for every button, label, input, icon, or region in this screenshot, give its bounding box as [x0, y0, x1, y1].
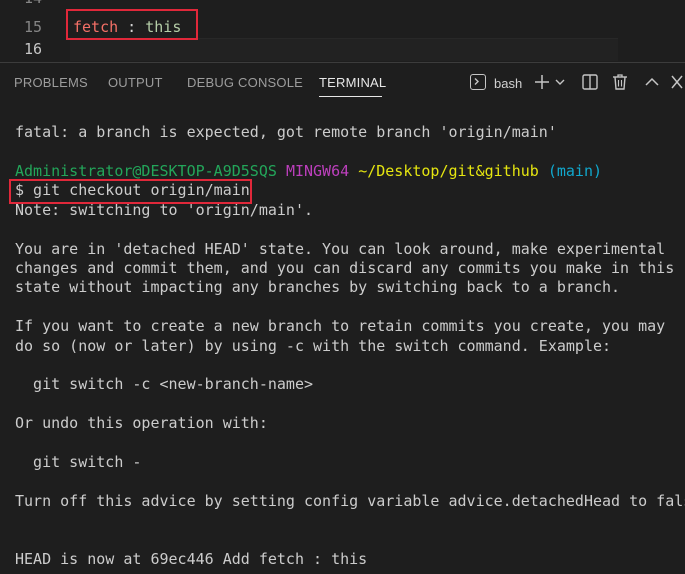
shell-name[interactable]: bash — [494, 76, 522, 91]
error-line: fatal: a branch is expected, got remote … — [15, 123, 557, 141]
dropdown-chevron-icon[interactable] — [554, 71, 566, 93]
prompt-branch: (main) — [547, 162, 603, 180]
line-number: 14 — [0, 0, 42, 9]
maximize-chevron-up-icon[interactable] — [644, 71, 660, 93]
trash-icon[interactable] — [611, 71, 629, 93]
tab-debug-console[interactable]: DEBUG CONSOLE — [187, 75, 303, 90]
tab-terminal[interactable]: TERMINAL — [319, 75, 386, 90]
output-line: Turn off this advice by setting config v… — [15, 492, 685, 510]
tab-output[interactable]: OUTPUT — [108, 75, 163, 90]
editor-line: 14 — [0, 0, 685, 9]
output-line: git switch -c <new-branch-name> — [15, 375, 314, 393]
tab-problems[interactable]: PROBLEMS — [14, 75, 88, 90]
code-editor[interactable]: 14 15 fetch : this 16 — [0, 0, 685, 62]
panel-tab-bar: PROBLEMS OUTPUT DEBUG CONSOLE TERMINAL b… — [0, 63, 685, 103]
terminal-output[interactable]: fatal: a branch is expected, got remote … — [0, 103, 685, 574]
prompt-path: ~/Desktop/git&github — [358, 162, 539, 180]
terminal-shell-icon[interactable] — [470, 74, 486, 90]
output-line: Or undo this operation with: — [15, 414, 268, 432]
prompt-env: MINGW64 — [285, 162, 350, 180]
output-line: If you want to create a new branch to re… — [15, 317, 666, 335]
output-line: state without impacting any branches by … — [15, 278, 621, 296]
line-number: 16 — [23, 40, 42, 58]
prompt-user: Administrator@DESKTOP-A9D5SQS — [15, 162, 277, 180]
output-line: You are in 'detached HEAD' state. You ca… — [15, 240, 666, 258]
output-line: HEAD is now at 69ec446 Add fetch : this — [15, 550, 368, 568]
output-line: changes and commit them, and you can dis… — [15, 259, 675, 277]
split-terminal-icon[interactable] — [581, 71, 599, 93]
new-terminal-plus-icon[interactable] — [533, 71, 551, 93]
close-panel-icon[interactable] — [669, 71, 685, 93]
highlight-box — [66, 9, 198, 40]
highlight-box — [9, 179, 252, 204]
editor-line: 16 — [0, 38, 685, 60]
active-tab-indicator — [319, 96, 382, 97]
line-number: 15 — [23, 18, 42, 36]
output-line: do so (now or later) by using -c with th… — [15, 337, 612, 355]
output-line: git switch - — [15, 453, 142, 471]
